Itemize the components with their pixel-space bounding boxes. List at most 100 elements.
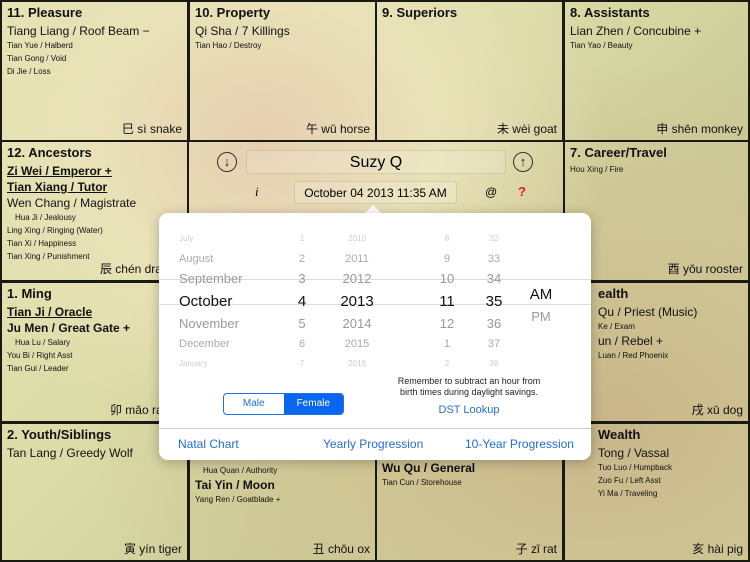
- star-label: Tian Hao / Destroy: [195, 41, 262, 50]
- hours-wheel[interactable]: 8 9 10 11 12 1 2: [427, 229, 467, 374]
- picker-option[interactable]: 6: [287, 334, 317, 354]
- picker-option[interactable]: 12: [427, 314, 467, 334]
- earthly-branch: 戌 xū dog: [691, 403, 743, 417]
- picker-option[interactable]: AM: [521, 282, 561, 307]
- picker-option[interactable]: October: [179, 289, 279, 314]
- picker-option[interactable]: PM: [521, 307, 561, 327]
- picker-option[interactable]: 1: [287, 229, 317, 249]
- star-label: Ju Men / Great Gate +: [7, 321, 131, 335]
- star-label: Tian Ji / Oracle: [7, 305, 93, 319]
- picker-option[interactable]: September: [179, 269, 279, 289]
- tab-natal-chart[interactable]: Natal Chart: [178, 437, 239, 451]
- dst-note-line: Remember to subtract an hour from: [397, 376, 541, 386]
- days-wheel[interactable]: 1234567: [287, 229, 317, 374]
- star-label: Tiang Liang / Roof Beam −: [7, 24, 150, 38]
- arrow-up-circle-icon[interactable]: ↑: [513, 152, 533, 172]
- arrow-down-circle-icon[interactable]: ↓: [217, 152, 237, 172]
- picker-option[interactable]: 2011: [327, 249, 387, 269]
- tab-yearly-progression[interactable]: Yearly Progression: [323, 437, 423, 451]
- palace-title: 11. Pleasure: [7, 5, 83, 20]
- palace-cell[interactable]: Wealth Tong / Vassal Tuo Luo / Humpback Zuo…: [563, 422, 750, 562]
- palace-cell[interactable]: 11. Pleasure Tiang Liang / Roof Beam − Tia…: [0, 0, 189, 142]
- picker-option[interactable]: 34: [479, 269, 509, 289]
- palace-cell[interactable]: 10. Property Qi Sha / 7 Killings Tian Hao …: [188, 0, 377, 142]
- info-icon[interactable]: i: [255, 184, 259, 200]
- palace-title: 2. Youth/Siblings: [7, 427, 112, 442]
- help-icon[interactable]: ?: [518, 184, 526, 199]
- dst-note-line: birth times during daylight savings.: [399, 387, 539, 397]
- star-label: Tong / Vassal: [598, 446, 670, 460]
- picker-option[interactable]: 33: [479, 249, 509, 269]
- picker-option[interactable]: July: [179, 229, 279, 249]
- picker-option[interactable]: January: [179, 354, 279, 374]
- star-label: Yang Ren / Goatblade +: [195, 495, 281, 504]
- picker-option[interactable]: 37: [479, 334, 509, 354]
- at-button[interactable]: @: [485, 185, 497, 199]
- dst-lookup-link[interactable]: DST Lookup: [389, 404, 549, 416]
- star-label: Hua Ji / Jealousy: [15, 213, 76, 222]
- star-label: Tian Xi / Happiness: [7, 239, 77, 248]
- star-label: Qu / Priest (Music): [598, 305, 698, 319]
- picker-option[interactable]: 2012: [327, 269, 387, 289]
- star-label: Qi Sha / 7 Killings: [195, 24, 290, 38]
- palace-cell[interactable]: 9. Superiors 未 wèi goat: [375, 0, 564, 142]
- months-wheel[interactable]: July August September October November Decemb…: [179, 229, 279, 374]
- picker-option[interactable]: 9: [427, 249, 467, 269]
- female-option[interactable]: Female: [283, 394, 343, 414]
- earthly-branch: 子 zǐ rat: [515, 542, 557, 556]
- header-panel: ↓ Suzy Q ↑ i October 04 2013 11:35 AM @ …: [189, 141, 563, 213]
- picker-option[interactable]: 38: [479, 354, 509, 374]
- minutes-wheel[interactable]: 32 33 34 35 36 37 38: [479, 229, 509, 374]
- palace-title: 12. Ancestors: [7, 145, 92, 160]
- star-label: Tian Gong / Void: [7, 54, 67, 63]
- star-label: Ling Xing / Ringing (Water): [7, 226, 103, 235]
- star-label: Wen Chang / Magistrate: [7, 196, 137, 210]
- picker-option[interactable]: 5: [287, 314, 317, 334]
- picker-option[interactable]: 10: [427, 269, 467, 289]
- name-field[interactable]: Suzy Q: [246, 150, 506, 174]
- datetime-field[interactable]: October 04 2013 11:35 AM: [294, 181, 457, 204]
- star-label: un / Rebel +: [598, 334, 664, 348]
- picker-option[interactable]: 2014: [327, 314, 387, 334]
- picker-option[interactable]: 2010: [327, 229, 387, 249]
- star-label: Tan Lang / Greedy Wolf: [7, 446, 133, 460]
- picker-option[interactable]: August: [179, 249, 279, 269]
- picker-option[interactable]: 2015: [327, 334, 387, 354]
- picker-option[interactable]: 8: [427, 229, 467, 249]
- picker-option[interactable]: 7: [287, 354, 317, 374]
- years-wheel[interactable]: 2010 2011 2012 2013 2014 2015 2016: [327, 229, 387, 374]
- star-label: Tian Yue / Halberd: [7, 41, 73, 50]
- earthly-branch: 巳 sì snake: [121, 122, 182, 136]
- palace-cell[interactable]: 8. Assistants Lian Zhen / Concubine + Tian…: [563, 0, 750, 142]
- palace-title: 8. Assistants: [570, 5, 650, 20]
- picker-option[interactable]: 3: [287, 269, 317, 289]
- star-label: Yi Ma / Traveling: [598, 489, 658, 498]
- picker-option[interactable]: 35: [479, 289, 509, 314]
- picker-option[interactable]: 2013: [327, 289, 387, 314]
- gender-segmented-control[interactable]: Male Female: [223, 393, 344, 415]
- palace-title: 10. Property: [195, 5, 271, 20]
- picker-option[interactable]: 2016: [327, 354, 387, 374]
- star-label: Hou Xing / Fire: [570, 165, 624, 174]
- picker-option[interactable]: December: [179, 334, 279, 354]
- picker-option[interactable]: 36: [479, 314, 509, 334]
- palace-cell[interactable]: 7. Career/Travel Hou Xing / Fire 酉 yǒu roo…: [563, 140, 750, 282]
- date-picker-popover: July August September October November Decemb…: [159, 213, 591, 460]
- star-label: Hua Quan / Authority: [203, 466, 278, 475]
- picker-option[interactable]: November: [179, 314, 279, 334]
- picker-option[interactable]: 32: [479, 229, 509, 249]
- palace-cell[interactable]: ealth Qu / Priest (Music) Ke / Exam un / Re…: [563, 281, 750, 423]
- star-label: Luan / Red Phoenix: [598, 351, 669, 360]
- male-option[interactable]: Male: [224, 394, 284, 414]
- picker-option[interactable]: 1: [427, 334, 467, 354]
- picker-option[interactable]: 11: [427, 289, 467, 314]
- earthly-branch: 午 wǔ horse: [305, 122, 370, 136]
- picker-option[interactable]: 4: [287, 289, 317, 314]
- picker-option[interactable]: 2: [287, 249, 317, 269]
- ampm-wheel[interactable]: AM PM: [521, 282, 561, 327]
- star-label: Zuo Fu / Left Asst: [598, 476, 661, 485]
- palace-title: 1. Ming: [7, 286, 52, 301]
- picker-option[interactable]: 2: [427, 354, 467, 374]
- tab-10-year-progression[interactable]: 10-Year Progression: [465, 437, 574, 451]
- palace-title: 7. Career/Travel: [570, 145, 667, 160]
